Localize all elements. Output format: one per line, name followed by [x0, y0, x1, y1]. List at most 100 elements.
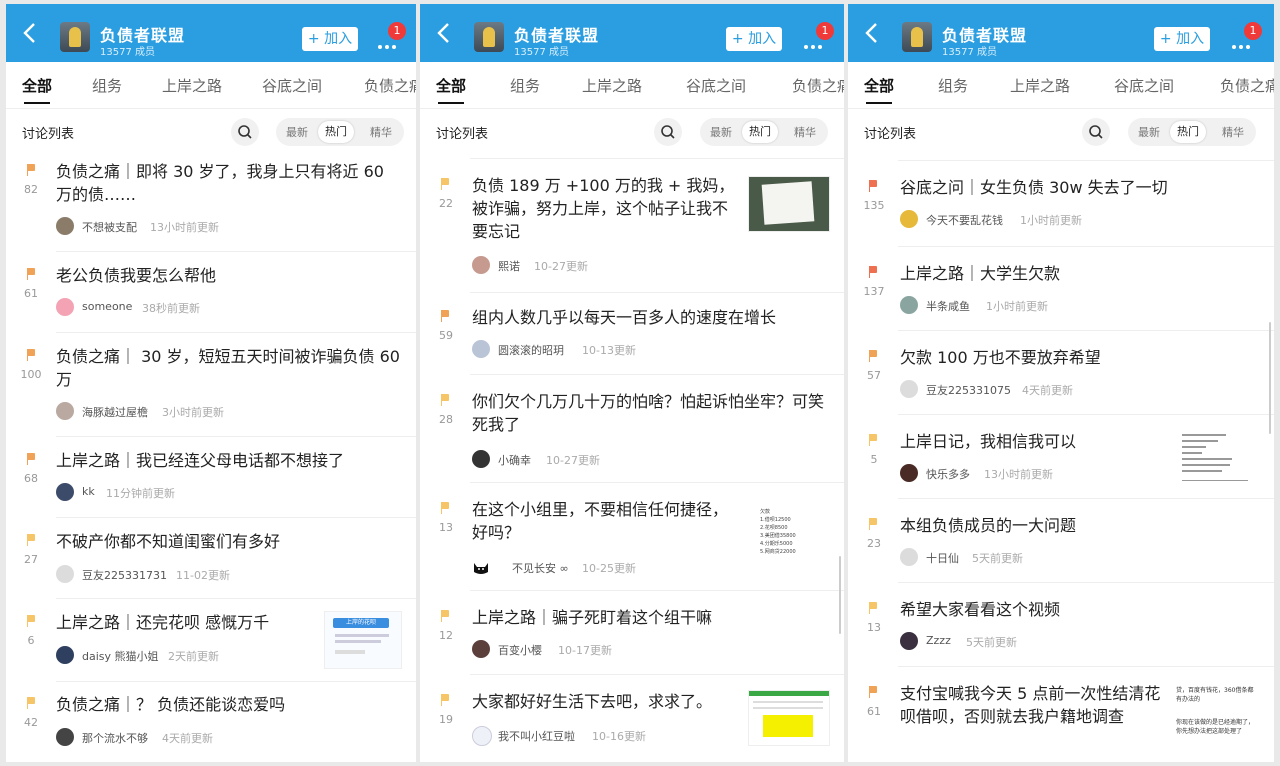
tab-recovery[interactable]: 上岸之路 — [1010, 75, 1070, 96]
avatar[interactable] — [900, 380, 918, 398]
post-title[interactable]: 上岸日记，我相信我可以 — [900, 430, 1160, 453]
tab-recovery[interactable]: 上岸之路 — [582, 75, 642, 96]
sort-latest[interactable]: 最新 — [710, 124, 732, 140]
author-name[interactable]: 小确幸 — [498, 452, 531, 468]
join-button[interactable]: + 加入 — [726, 27, 782, 51]
post-title[interactable]: 老公负债我要怎么帮他 — [56, 264, 400, 287]
post-title[interactable]: 在这个小组里，不要相信任何捷径，好吗？ — [472, 498, 734, 544]
avatar[interactable] — [472, 450, 490, 468]
avatar[interactable] — [472, 340, 490, 358]
author-name[interactable]: 海豚越过屋檐 — [82, 404, 148, 420]
tab-affairs[interactable]: 组务 — [92, 75, 122, 96]
post-title[interactable]: 希望大家看看这个视频 — [900, 598, 1260, 621]
post-title[interactable]: 谷底之问｜女生负债 30w 失去了一切 — [900, 176, 1260, 199]
author-name[interactable]: 百变小樱 — [498, 642, 542, 658]
post-title[interactable]: 组内人数几乎以每天一百多人的速度在增长 — [472, 306, 832, 329]
avatar[interactable] — [472, 726, 492, 746]
avatar[interactable] — [900, 464, 918, 482]
sort-hot[interactable]: 热门 — [742, 121, 778, 143]
sort-latest[interactable]: 最新 — [286, 124, 308, 140]
post-title[interactable]: 负债之痛｜即将 30 岁了，我身上只有将近 60 万的债…… — [56, 160, 400, 206]
post-title[interactable]: 负债 189 万 +100 万的我 + 我妈，被诈骗，努力上岸，这个帖子让我不要… — [472, 174, 738, 243]
tab-rock-bottom[interactable]: 谷底之间 — [1114, 75, 1174, 96]
post-title[interactable]: 负债之痛｜ 30 岁，短短五天时间被诈骗负债 60 万 — [56, 345, 400, 391]
sort-featured[interactable]: 精华 — [1222, 124, 1244, 140]
author-name[interactable]: 我不叫小红豆啦 — [498, 728, 575, 744]
author-name[interactable]: 熙诺 — [498, 258, 520, 274]
tab-pain[interactable]: 负债之痛 — [792, 75, 844, 96]
post-thumbnail[interactable]: 贷，百度有钱花，360借条都有办法的 你现在该做的是已经逾期了，你先想办法把这部… — [1174, 684, 1258, 744]
avatar[interactable] — [900, 632, 918, 650]
avatar[interactable] — [56, 646, 74, 664]
post-title[interactable]: 你们欠个几万几十万的怕啥？怕起诉怕坐牢？可笑死我了 — [472, 390, 832, 436]
sort-featured[interactable]: 精华 — [794, 124, 816, 140]
tab-recovery[interactable]: 上岸之路 — [162, 75, 222, 96]
tab-pain[interactable]: 负债之痛 — [364, 75, 416, 96]
avatar[interactable] — [56, 728, 74, 746]
post-thumbnail[interactable]: 上岸的花呗 — [324, 611, 402, 669]
author-name[interactable]: Zzzz — [926, 634, 951, 647]
author-name[interactable]: 快乐多多 — [926, 466, 970, 482]
post-title[interactable]: 支付宝喊我今天 5 点前一次性结清花呗借呗，否则就去我户籍地调查 — [900, 682, 1168, 728]
author-name[interactable]: daisy 熊猫小姐 — [82, 648, 159, 664]
author-name[interactable]: 半条咸鱼 — [926, 298, 970, 314]
avatar[interactable] — [900, 548, 918, 566]
avatar[interactable] — [56, 298, 74, 316]
tab-all[interactable]: 全部 — [436, 75, 466, 104]
avatar[interactable] — [56, 565, 74, 583]
join-button[interactable]: + 加入 — [302, 27, 358, 51]
post-title[interactable]: 大家都好好生活下去吧，求求了。 — [472, 690, 742, 713]
post-title[interactable]: 上岸之路｜骗子死盯着这个组干嘛 — [472, 606, 832, 629]
avatar[interactable] — [900, 210, 918, 228]
avatar[interactable] — [56, 217, 74, 235]
avatar[interactable] — [472, 256, 490, 274]
author-name[interactable]: 豆友225331731 — [82, 567, 167, 583]
author-name[interactable]: someone — [82, 300, 132, 313]
tab-affairs[interactable]: 组务 — [938, 75, 968, 96]
post-thumbnail[interactable] — [748, 690, 830, 746]
tab-rock-bottom[interactable]: 谷底之间 — [686, 75, 746, 96]
back-icon[interactable] — [860, 20, 886, 46]
sort-hot[interactable]: 热门 — [1170, 121, 1206, 143]
author-name[interactable]: kk — [82, 485, 95, 498]
update-time: 38秒前更新 — [142, 302, 200, 315]
back-icon[interactable] — [18, 20, 44, 46]
post-title[interactable]: 欠款 100 万也不要放弃希望 — [900, 346, 1260, 369]
author-name[interactable]: 那个流水不够 — [82, 730, 148, 746]
author-name[interactable]: 豆友225331075 — [926, 382, 1011, 398]
post-title[interactable]: 负债之痛｜？ 负债还能谈恋爱吗 — [56, 693, 400, 716]
avatar[interactable] — [472, 640, 490, 658]
author-name[interactable]: 今天不要乱花钱 — [926, 212, 1003, 228]
tab-rock-bottom[interactable]: 谷底之间 — [262, 75, 322, 96]
avatar[interactable] — [56, 483, 74, 501]
post-thumbnail[interactable]: 欠款 1.借呗12500 2.花呗8500 3.美团借35800 4.分期乐50… — [756, 502, 816, 562]
author-name[interactable]: 不想被支配 — [82, 219, 137, 235]
post-thumbnail[interactable] — [748, 176, 830, 232]
search-icon[interactable] — [654, 118, 682, 146]
sort-latest[interactable]: 最新 — [1138, 124, 1160, 140]
avatar[interactable] — [56, 402, 74, 420]
author-name[interactable]: 不见长安 ∞ — [512, 560, 569, 576]
join-button[interactable]: + 加入 — [1154, 27, 1210, 51]
post-title[interactable]: 本组负债成员的一大问题 — [900, 514, 1260, 537]
tab-all[interactable]: 全部 — [22, 75, 52, 104]
post-thumbnail[interactable] — [1174, 428, 1254, 486]
sort-featured[interactable]: 精华 — [370, 124, 392, 140]
post-title[interactable]: 不破产你都不知道闺蜜们有多好 — [56, 530, 400, 553]
post-title[interactable]: 上岸之路｜大学生欠款 — [900, 262, 1260, 285]
tab-pain[interactable]: 负债之痛 — [1220, 75, 1274, 96]
search-icon[interactable] — [1082, 118, 1110, 146]
sort-hot[interactable]: 热门 — [318, 121, 354, 143]
search-icon[interactable] — [231, 118, 259, 146]
scrollbar[interactable] — [839, 556, 841, 634]
avatar[interactable] — [900, 296, 918, 314]
tab-affairs[interactable]: 组务 — [510, 75, 540, 96]
back-icon[interactable] — [432, 20, 458, 46]
avatar[interactable] — [472, 558, 490, 576]
scrollbar[interactable] — [1269, 322, 1271, 434]
tab-all[interactable]: 全部 — [864, 75, 894, 104]
author-name[interactable]: 圆滚滚的昭玥 — [498, 342, 564, 358]
author-name[interactable]: 十日仙 — [926, 550, 959, 566]
post-title[interactable]: 上岸之路｜我已经连父母电话都不想接了 — [56, 449, 400, 472]
post-title[interactable]: 上岸之路｜还完花呗 感慨万千 — [56, 611, 316, 634]
